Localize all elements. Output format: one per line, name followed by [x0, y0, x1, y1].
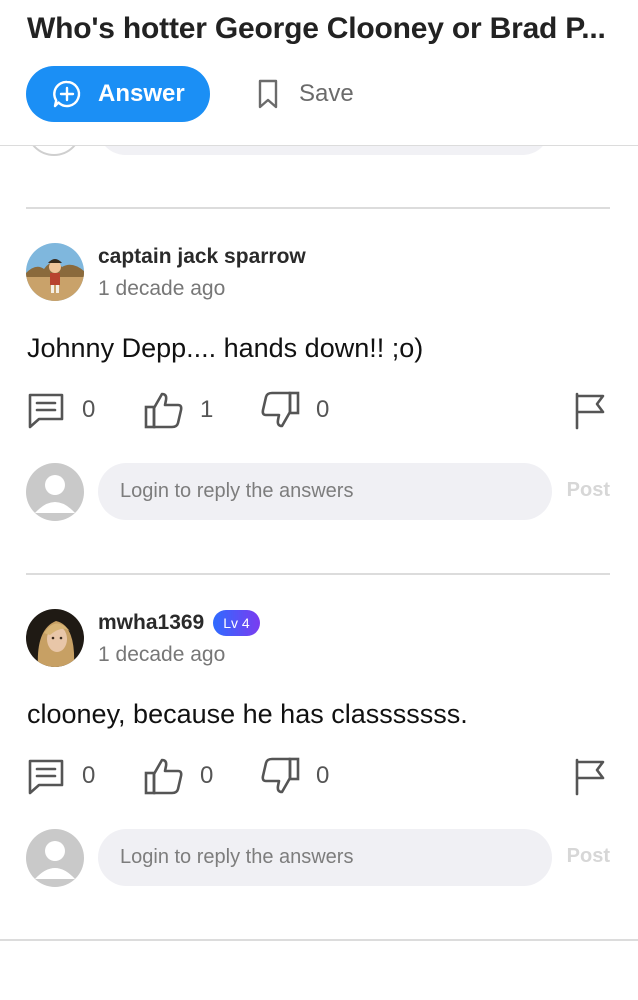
username[interactable]: mwha1369 — [98, 611, 204, 635]
comment-button[interactable]: 0 — [26, 390, 95, 430]
post-button[interactable]: Post — [567, 845, 610, 868]
like-button[interactable]: 1 — [144, 390, 213, 430]
username-row: mwha1369 Lv 4 — [98, 610, 260, 636]
answer-divider — [0, 939, 638, 941]
answer-actions: 0 0 0 — [26, 756, 610, 796]
save-button-label: Save — [299, 80, 354, 107]
comment-button[interactable]: 0 — [26, 756, 95, 796]
like-count: 0 — [200, 762, 214, 789]
reply-row: Post — [26, 829, 610, 887]
bookmark-icon — [254, 78, 282, 110]
username-row: captain jack sparrow — [98, 245, 306, 269]
answer-time: 1 decade ago — [98, 277, 226, 300]
like-count: 1 — [200, 396, 214, 423]
default-avatar-icon — [26, 463, 84, 521]
answer-text: clooney, because he has classsssss. — [27, 699, 468, 729]
dislike-count: 0 — [316, 396, 330, 423]
answer-button-label: Answer — [98, 80, 185, 107]
avatar[interactable] — [26, 609, 84, 667]
thumbs-down-icon — [260, 390, 300, 430]
level-badge: Lv 4 — [213, 610, 260, 636]
post-button[interactable]: Post — [567, 479, 610, 502]
comment-icon — [26, 756, 66, 796]
question-title: Who's hotter George Clooney or Brad P... — [27, 12, 606, 45]
thumbs-down-icon — [260, 756, 300, 796]
answer-item: captain jack sparrow 1 decade ago Johnny… — [0, 243, 638, 573]
answer-divider — [26, 207, 610, 209]
save-button[interactable]: Save — [254, 66, 354, 122]
thumbs-up-icon — [144, 756, 184, 796]
reply-input[interactable] — [98, 829, 552, 886]
answer-divider — [26, 573, 610, 575]
avatar[interactable] — [26, 243, 84, 301]
answer-text: Johnny Depp.... hands down!! ;o) — [27, 333, 424, 363]
answer-item: mwha1369 Lv 4 1 decade ago clooney, beca… — [0, 609, 638, 939]
report-button[interactable] — [570, 756, 610, 796]
dislike-count: 0 — [316, 762, 330, 789]
reply-row: Post — [26, 463, 610, 521]
comment-count: 0 — [82, 762, 96, 789]
report-button[interactable] — [570, 390, 610, 430]
dislike-button[interactable]: 0 — [260, 390, 329, 430]
comment-count: 0 — [82, 396, 96, 423]
like-button[interactable]: 0 — [144, 756, 213, 796]
username[interactable]: captain jack sparrow — [98, 245, 306, 269]
reply-input[interactable] — [98, 463, 552, 520]
comment-icon — [26, 390, 66, 430]
default-avatar-icon — [26, 829, 84, 887]
flag-icon — [570, 390, 610, 430]
answer-button[interactable]: Answer — [26, 66, 210, 122]
question-header: Who's hotter George Clooney or Brad P...… — [0, 0, 638, 146]
answer-actions: 0 1 0 — [26, 390, 610, 430]
answer-time: 1 decade ago — [98, 643, 226, 666]
plus-comment-icon — [52, 79, 82, 109]
dislike-button[interactable]: 0 — [260, 756, 329, 796]
thumbs-up-icon — [144, 390, 184, 430]
flag-icon — [570, 756, 610, 796]
